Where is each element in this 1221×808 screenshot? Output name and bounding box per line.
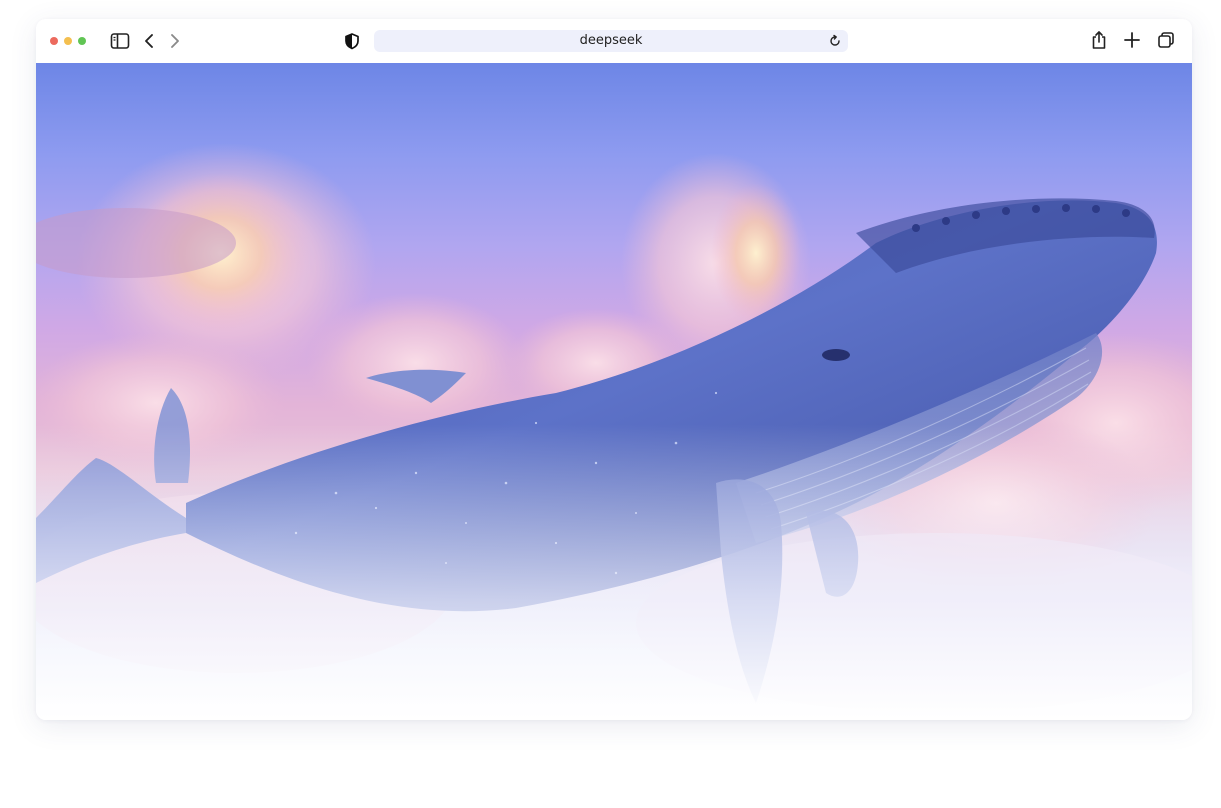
sidebar-icon[interactable] — [110, 32, 130, 50]
minimize-window-button[interactable] — [64, 37, 72, 45]
chevron-right-icon[interactable] — [168, 32, 182, 50]
zoom-window-button[interactable] — [78, 37, 86, 45]
whale-in-clouds-image — [36, 63, 1192, 720]
shield-icon[interactable] — [344, 32, 360, 50]
reload-icon[interactable] — [828, 34, 842, 48]
share-icon[interactable] — [1091, 30, 1107, 50]
address-url[interactable]: deepseek — [374, 30, 848, 52]
address-bar[interactable]: deepseek — [374, 30, 848, 52]
close-window-button[interactable] — [50, 37, 58, 45]
tab-overview-icon[interactable] — [1157, 31, 1175, 49]
browser-toolbar: deepseek — [36, 19, 1192, 64]
chevron-left-icon[interactable] — [142, 32, 156, 50]
page-content — [36, 63, 1192, 720]
browser-window: deepseek — [36, 19, 1192, 720]
plus-icon[interactable] — [1124, 31, 1140, 49]
